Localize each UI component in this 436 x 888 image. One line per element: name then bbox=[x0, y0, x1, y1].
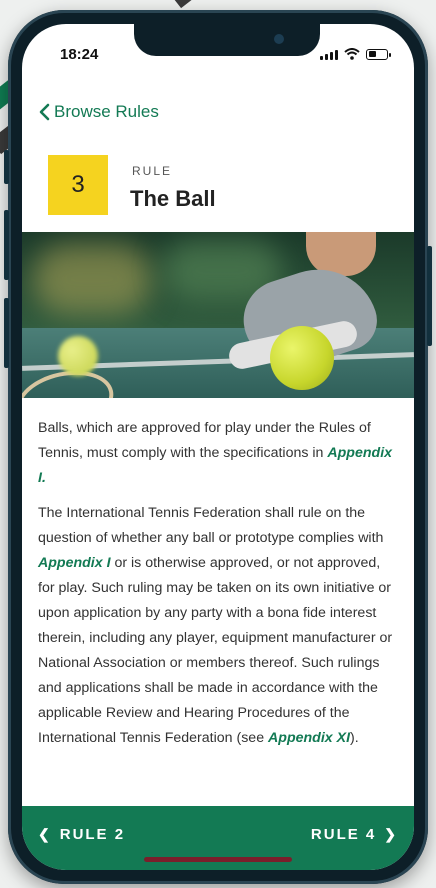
power-button bbox=[427, 246, 432, 346]
volume-down-button bbox=[4, 298, 9, 368]
volume-up-button bbox=[4, 210, 9, 280]
previous-rule-button[interactable]: ❮ RULE 2 bbox=[38, 826, 125, 843]
paragraph-2: The International Tennis Federation shal… bbox=[38, 505, 393, 746]
signal-icon bbox=[320, 49, 338, 60]
back-button[interactable]: Browse Rules bbox=[38, 102, 159, 122]
chevron-left-icon: ❮ bbox=[38, 825, 52, 842]
status-icons bbox=[320, 48, 391, 60]
wifi-icon bbox=[344, 48, 360, 60]
hero-image bbox=[22, 232, 414, 398]
tennis-ball bbox=[270, 326, 334, 390]
paragraph-1: Balls, which are approved for play under… bbox=[38, 420, 393, 486]
next-rule-button[interactable]: RULE 4 ❯ bbox=[311, 826, 398, 843]
chevron-left-icon bbox=[39, 103, 50, 121]
back-label: Browse Rules bbox=[54, 102, 159, 121]
camera-icon bbox=[274, 34, 284, 44]
phone-frame: 18:24 Browse Rules 3 RULE The Ball Balls… bbox=[4, 10, 432, 884]
mute-switch bbox=[4, 150, 9, 184]
home-indicator[interactable] bbox=[144, 857, 292, 862]
status-time: 18:24 bbox=[60, 46, 99, 63]
screen: 18:24 Browse Rules 3 RULE The Ball Balls… bbox=[22, 24, 414, 870]
rule-number-badge: 3 bbox=[48, 155, 108, 215]
rule-pagination: ❮ RULE 2 RULE 4 ❯ bbox=[22, 806, 414, 870]
battery-icon bbox=[366, 48, 391, 60]
tennis-ball-blurred bbox=[58, 336, 98, 376]
rule-title: The Ball bbox=[130, 186, 216, 211]
background-stripe-dark bbox=[170, 0, 253, 9]
next-rule-label: RULE 4 bbox=[310, 825, 377, 843]
chevron-right-icon: ❯ bbox=[384, 825, 398, 842]
appendix-xi-link[interactable]: Appendix XI bbox=[268, 730, 350, 746]
previous-rule-label: RULE 2 bbox=[59, 825, 126, 843]
rule-body: Balls, which are approved for play under… bbox=[38, 416, 396, 761]
rule-kicker: RULE bbox=[132, 164, 173, 178]
appendix-i-link[interactable]: Appendix I bbox=[38, 555, 111, 571]
notch bbox=[134, 24, 320, 56]
